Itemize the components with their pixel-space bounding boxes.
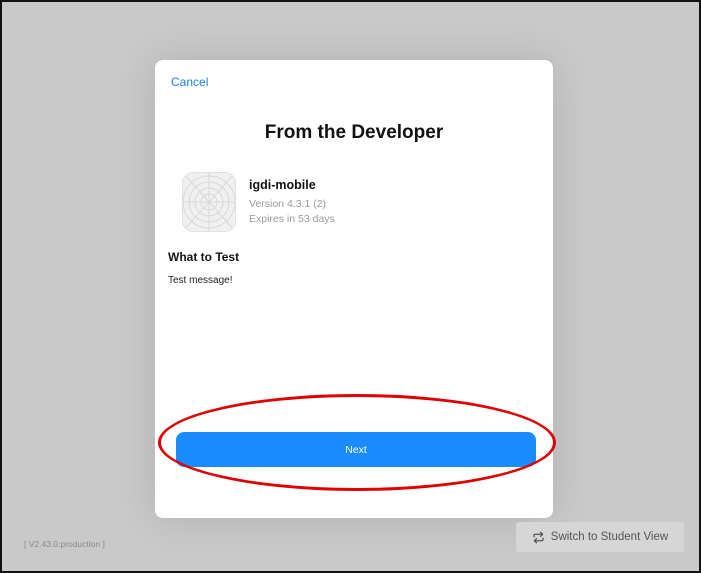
what-to-test-heading: What to Test — [168, 250, 240, 264]
app-name: igdi-mobile — [249, 178, 316, 192]
what-to-test-message: Test message! — [168, 275, 233, 286]
screen-frame: Cancel From the Developer igdi-mobile Ve… — [0, 0, 701, 573]
testflight-dialog: Cancel From the Developer igdi-mobile Ve… — [155, 60, 553, 518]
app-expiry: Expires in 53 days — [249, 213, 335, 225]
app-version: Version 4.3.1 (2) — [249, 198, 327, 210]
cancel-button[interactable]: Cancel — [171, 75, 208, 89]
switch-to-student-view-button[interactable]: Switch to Student View — [516, 522, 684, 552]
switch-label: Switch to Student View — [550, 531, 669, 543]
next-button[interactable]: Next — [176, 432, 536, 467]
app-target-icon — [182, 172, 236, 232]
dialog-title: From the Developer — [264, 122, 444, 143]
version-tag: [ V2.43.0:production ] — [24, 539, 105, 549]
repeat-arrows-icon — [532, 531, 545, 544]
